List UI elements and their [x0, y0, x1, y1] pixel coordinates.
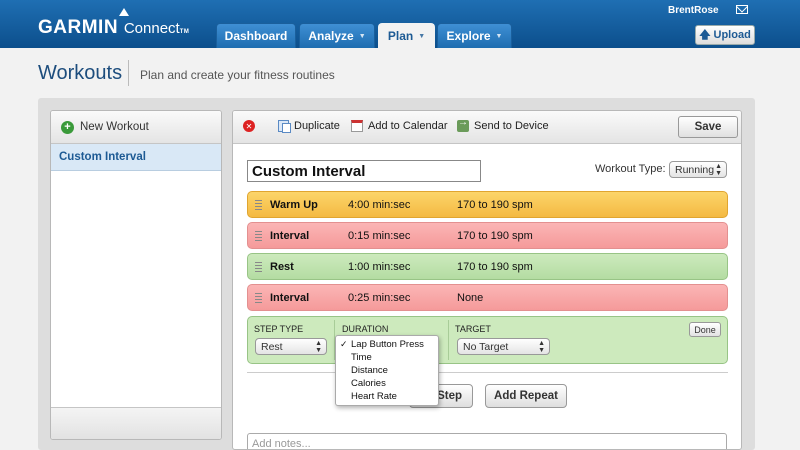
logo-triangle-icon	[119, 8, 129, 16]
duplicate-button[interactable]: Duplicate	[278, 120, 340, 133]
duration-label: DURATION	[342, 324, 389, 334]
workout-name-input[interactable]: Custom Interval	[247, 160, 481, 182]
top-header: GARMIN ConnectTM Dashboard Analyze ▼ Plan…	[0, 0, 800, 48]
workout-step-interval[interactable]: Interval 0:15 min:sec 170 to 190 spm	[247, 222, 728, 249]
add-repeat-button[interactable]: Add Repeat	[485, 384, 567, 408]
page-title: Workouts	[38, 62, 123, 84]
title-divider	[128, 60, 129, 86]
drag-handle-icon[interactable]	[255, 231, 262, 242]
sidebar-item-custom-interval[interactable]: Custom Interval	[51, 144, 221, 171]
workout-type-select[interactable]: Running ▲ ▼	[669, 161, 727, 178]
page-subtitle: Plan and create your fitness routines	[140, 68, 335, 82]
delete-button[interactable]: ✕	[243, 120, 255, 132]
dropdown-option-lap-button-press[interactable]: ✓ Lap Button Press	[336, 339, 438, 352]
select-arrows-icon: ▲ ▼	[715, 163, 722, 177]
target-select[interactable]: No Target ▲ ▼	[457, 338, 550, 355]
workout-step-rest[interactable]: Rest 1:00 min:sec 170 to 190 spm	[247, 253, 728, 280]
add-to-calendar-button[interactable]: Add to Calendar	[351, 120, 448, 132]
chevron-down-icon: ▼	[495, 32, 503, 40]
workout-step-warmup[interactable]: Warm Up 4:00 min:sec 170 to 190 spm	[247, 191, 728, 218]
tab-plan[interactable]: Plan ▼	[378, 23, 435, 48]
workout-step-interval-2[interactable]: Interval 0:25 min:sec None	[247, 284, 728, 311]
upload-button[interactable]: 🡅 Upload	[695, 25, 755, 45]
arrow-up-icon: 🡅	[699, 28, 711, 41]
duration-dropdown: ✓ Lap Button Press Time Distance Calorie…	[335, 335, 439, 406]
divider	[247, 372, 728, 373]
step-editor: STEP TYPE DURATION TARGET Rest ▲ ▼ No Targ…	[247, 316, 728, 364]
tab-explore[interactable]: Explore ▼	[437, 23, 512, 48]
checkmark-icon: ✓	[340, 339, 348, 349]
dropdown-option-time[interactable]: Time	[336, 352, 438, 365]
chevron-down-icon: ▼	[358, 32, 366, 40]
chevron-down-icon: ▼	[418, 32, 426, 40]
username-link[interactable]: BrentRose	[668, 5, 719, 16]
done-button[interactable]: Done	[689, 322, 721, 337]
send-device-icon	[457, 117, 469, 132]
drag-handle-icon[interactable]	[255, 293, 262, 304]
tab-analyze[interactable]: Analyze ▼	[299, 23, 375, 48]
step-type-label: STEP TYPE	[254, 324, 304, 334]
drag-handle-icon[interactable]	[255, 200, 262, 211]
save-button[interactable]: Save	[678, 116, 738, 138]
delete-icon: ✕	[243, 120, 255, 132]
dropdown-option-distance[interactable]: Distance	[336, 365, 438, 378]
dropdown-option-calories[interactable]: Calories	[336, 378, 438, 391]
duplicate-icon	[278, 120, 291, 133]
select-arrows-icon: ▲ ▼	[315, 340, 322, 354]
drag-handle-icon[interactable]	[255, 262, 262, 273]
new-workout-button[interactable]: + New Workout	[51, 111, 221, 144]
toolbar: ✕ Duplicate Add to Calendar Send to Devi…	[233, 111, 741, 144]
workout-type-label: Workout Type:	[595, 163, 666, 175]
target-label: TARGET	[455, 324, 491, 334]
notes-textarea[interactable]: Add notes...	[247, 433, 727, 449]
editor-separator	[448, 320, 449, 360]
tab-dashboard[interactable]: Dashboard	[216, 23, 296, 48]
plus-icon: +	[61, 120, 74, 134]
sidebar-footer	[51, 407, 221, 439]
workouts-sidebar: + New Workout Custom Interval	[50, 110, 222, 440]
calendar-icon	[351, 120, 363, 132]
workout-editor-panel: ✕ Duplicate Add to Calendar Send to Devi…	[232, 110, 742, 450]
mail-icon[interactable]	[736, 5, 748, 14]
step-type-select[interactable]: Rest ▲ ▼	[255, 338, 327, 355]
garmin-connect-logo[interactable]: GARMIN ConnectTM	[38, 17, 189, 39]
send-to-device-button[interactable]: Send to Device	[457, 117, 549, 132]
select-arrows-icon: ▲ ▼	[538, 340, 545, 354]
dropdown-option-heart-rate[interactable]: Heart Rate	[336, 391, 438, 404]
